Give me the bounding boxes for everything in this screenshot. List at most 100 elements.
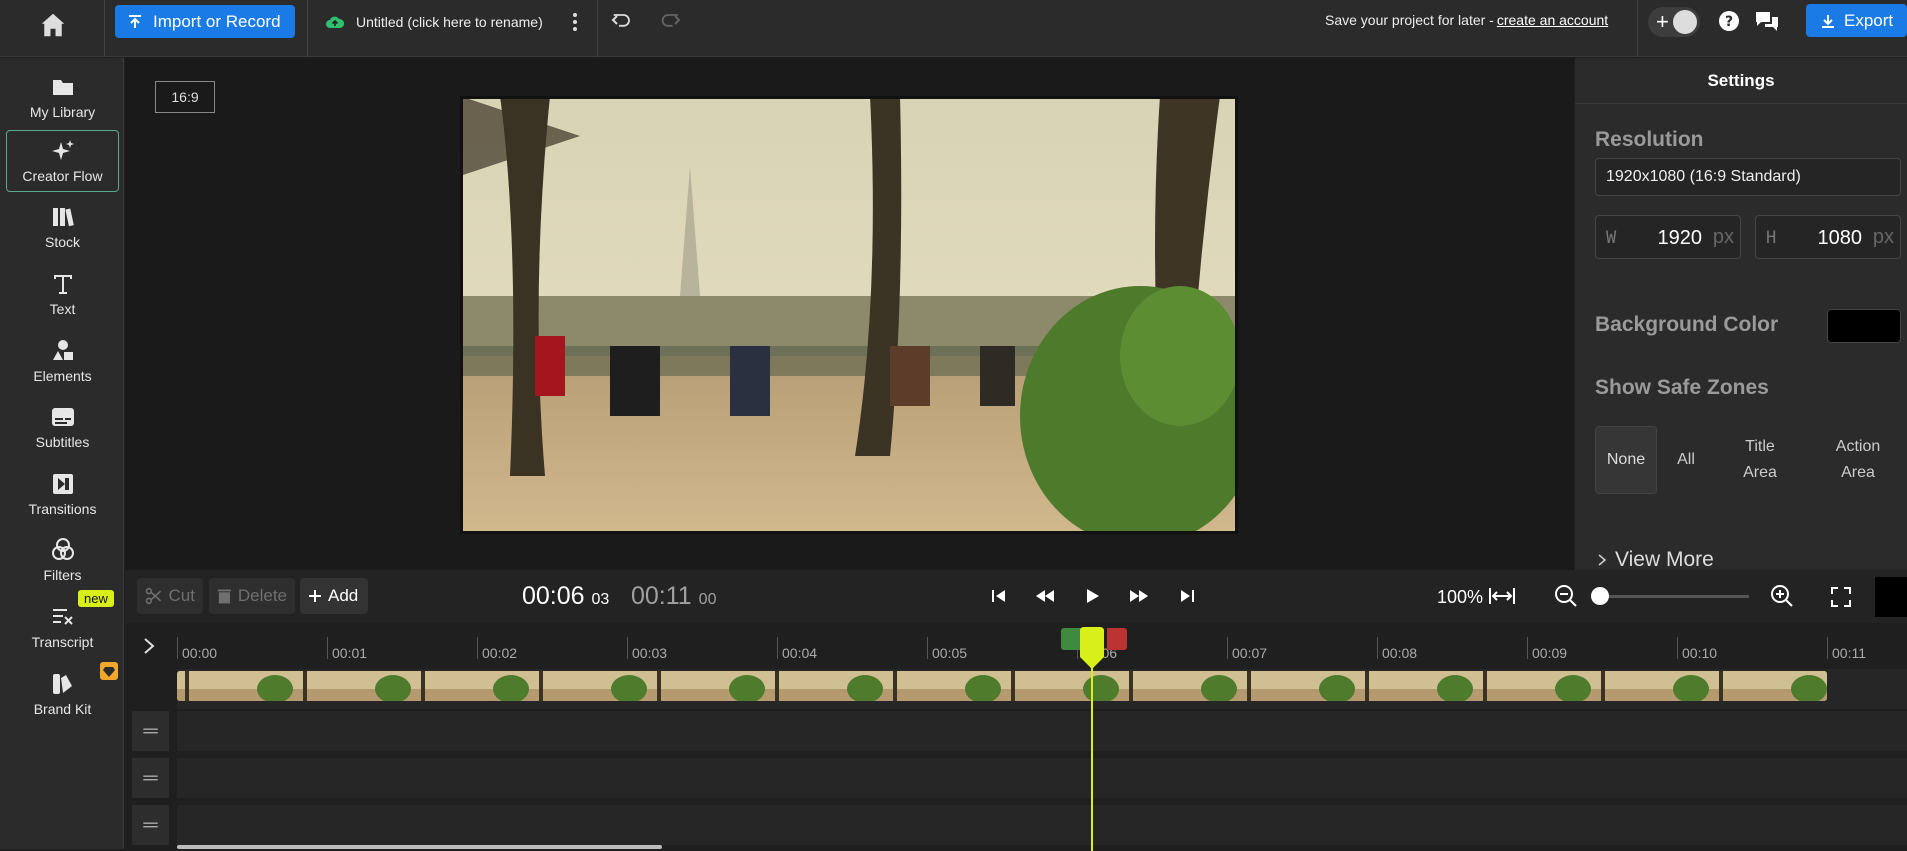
filters-icon xyxy=(51,538,74,560)
home-icon[interactable] xyxy=(38,10,68,40)
safe-zone-title-area[interactable]: Title Area xyxy=(1715,426,1805,494)
canvas-area: 16:9 xyxy=(125,58,1574,570)
create-account-link[interactable]: create an account xyxy=(1497,12,1608,28)
safe-zone-all[interactable]: All xyxy=(1661,426,1711,494)
ruler-tick-label: 00:11 xyxy=(1832,645,1866,661)
clip-thumbnail xyxy=(531,671,649,701)
brand-kit-icon xyxy=(52,674,72,694)
add-button[interactable]: Add xyxy=(300,578,368,614)
sidebar-item-creator-flow[interactable]: Creator Flow xyxy=(6,130,119,192)
zoom-slider-knob[interactable] xyxy=(1591,587,1609,605)
horizontal-scrollbar[interactable] xyxy=(177,845,662,849)
sidebar-item-my-library[interactable]: My Library xyxy=(6,66,119,128)
empty-track[interactable] xyxy=(177,805,1907,845)
fit-to-screen-icon[interactable] xyxy=(1487,584,1517,608)
sidebar-item-filters[interactable]: Filters xyxy=(6,529,119,591)
total-time-frames: 00 xyxy=(698,591,717,608)
add-collaborator-icon[interactable]: + xyxy=(1656,9,1669,35)
sidebar-item-transitions[interactable]: Transitions xyxy=(6,463,119,525)
view-more-button[interactable]: View More xyxy=(1597,548,1714,572)
cut-button[interactable]: Cut xyxy=(137,578,203,614)
playhead-handle[interactable] xyxy=(1078,627,1106,669)
width-letter: W xyxy=(1606,228,1617,248)
ruler-tick-label: 00:03 xyxy=(632,645,668,661)
ruler-tick xyxy=(1827,637,1828,659)
skip-to-end-icon[interactable] xyxy=(1175,584,1199,608)
height-unit: px xyxy=(1872,226,1894,248)
width-field[interactable]: W 1920 px xyxy=(1595,215,1741,259)
sidebar-item-elements[interactable]: Elements xyxy=(6,330,119,392)
zoom-out-icon[interactable] xyxy=(1553,583,1579,609)
clip-thumbnail xyxy=(1121,671,1239,701)
sidebar-item-label: Creator Flow xyxy=(22,168,103,184)
zoom-in-icon[interactable] xyxy=(1769,583,1795,609)
import-label: Import or Record xyxy=(153,11,281,31)
video-preview[interactable] xyxy=(460,96,1238,534)
project-name-label: Untitled (click here to rename) xyxy=(356,14,543,30)
sidebar-item-subtitles[interactable]: Subtitles xyxy=(6,396,119,458)
clip-thumbnails xyxy=(177,671,1827,701)
clip-thumbnail xyxy=(649,671,767,701)
trim-handle-right[interactable] xyxy=(1107,628,1127,650)
ruler-tick xyxy=(1527,637,1528,659)
cloud-icon xyxy=(326,16,344,28)
sidebar-item-stock[interactable]: Stock xyxy=(6,196,119,258)
safe-zone-action-area[interactable]: Action Area xyxy=(1810,426,1906,494)
download-icon xyxy=(1822,14,1834,28)
premium-gem-icon xyxy=(100,662,118,680)
height-value: 1080 xyxy=(1817,227,1863,249)
transcript-icon xyxy=(52,609,73,625)
video-frame-image xyxy=(460,96,1238,534)
track-handle[interactable]: ═ xyxy=(132,711,169,751)
safe-zone-none[interactable]: None xyxy=(1595,426,1657,494)
help-icon[interactable]: ? xyxy=(1718,10,1740,32)
project-name[interactable]: Untitled (click here to rename) xyxy=(326,10,543,34)
ruler-tick xyxy=(927,637,928,659)
background-color-swatch[interactable] xyxy=(1827,309,1901,343)
height-field[interactable]: H 1080 px xyxy=(1755,215,1901,259)
video-clip[interactable] xyxy=(177,671,1827,701)
clip-thumbnail xyxy=(885,671,1003,701)
collaborators[interactable]: + xyxy=(1648,7,1700,37)
zoom-slider-track[interactable] xyxy=(1599,595,1749,598)
ruler-tick-label: 00:01 xyxy=(332,645,368,661)
redo-icon[interactable] xyxy=(658,10,682,34)
new-badge: new xyxy=(78,590,114,607)
ruler-tick xyxy=(1377,637,1378,659)
divider xyxy=(104,0,105,57)
empty-track[interactable] xyxy=(177,758,1907,798)
more-options-icon[interactable] xyxy=(570,10,580,34)
trash-icon xyxy=(217,589,231,604)
resolution-select[interactable]: 1920x1080 (16:9 Standard) xyxy=(1595,158,1901,196)
sparkle-icon xyxy=(51,140,74,160)
fast-forward-icon[interactable] xyxy=(1127,584,1151,608)
sidebar-item-text[interactable]: Text xyxy=(6,263,119,325)
sidebar: My Library Creator Flow Stock Text Eleme… xyxy=(0,58,124,849)
delete-button[interactable]: Delete xyxy=(209,578,295,614)
skip-to-start-icon[interactable] xyxy=(987,584,1011,608)
track-handle[interactable]: ═ xyxy=(132,805,169,845)
ruler-tick-label: 00:04 xyxy=(782,645,818,661)
undo-icon[interactable] xyxy=(610,10,634,34)
fullscreen-icon[interactable] xyxy=(1829,585,1853,609)
resolution-label: Resolution xyxy=(1595,128,1704,151)
ruler-tick xyxy=(327,637,328,659)
track-handle[interactable]: ═ xyxy=(132,758,169,798)
svg-text:?: ? xyxy=(1725,14,1733,30)
aspect-ratio-button[interactable]: 16:9 xyxy=(155,81,215,113)
export-button[interactable]: Export xyxy=(1806,4,1907,37)
sidebar-item-label: My Library xyxy=(29,104,96,120)
ruler-tick-label: 00:02 xyxy=(482,645,518,661)
empty-track[interactable] xyxy=(177,711,1907,751)
import-or-record-button[interactable]: Import or Record xyxy=(115,5,295,38)
current-time-frames: 03 xyxy=(591,591,610,608)
ruler-tick-label: 00:10 xyxy=(1682,645,1718,661)
time-ruler[interactable]: 00:0000:0100:0200:0300:0400:0500:0600:07… xyxy=(177,635,1907,665)
play-icon[interactable] xyxy=(1080,584,1104,608)
chevron-right-icon[interactable] xyxy=(141,637,157,655)
timeline-toolbar: Cut Delete Add 00:06 03 00:11 00 100% xyxy=(125,570,1907,623)
shapes-icon xyxy=(52,340,73,360)
rewind-icon[interactable] xyxy=(1033,584,1057,608)
ruler-tick-label: 00:05 xyxy=(932,645,968,661)
chat-icon[interactable] xyxy=(1754,10,1780,32)
